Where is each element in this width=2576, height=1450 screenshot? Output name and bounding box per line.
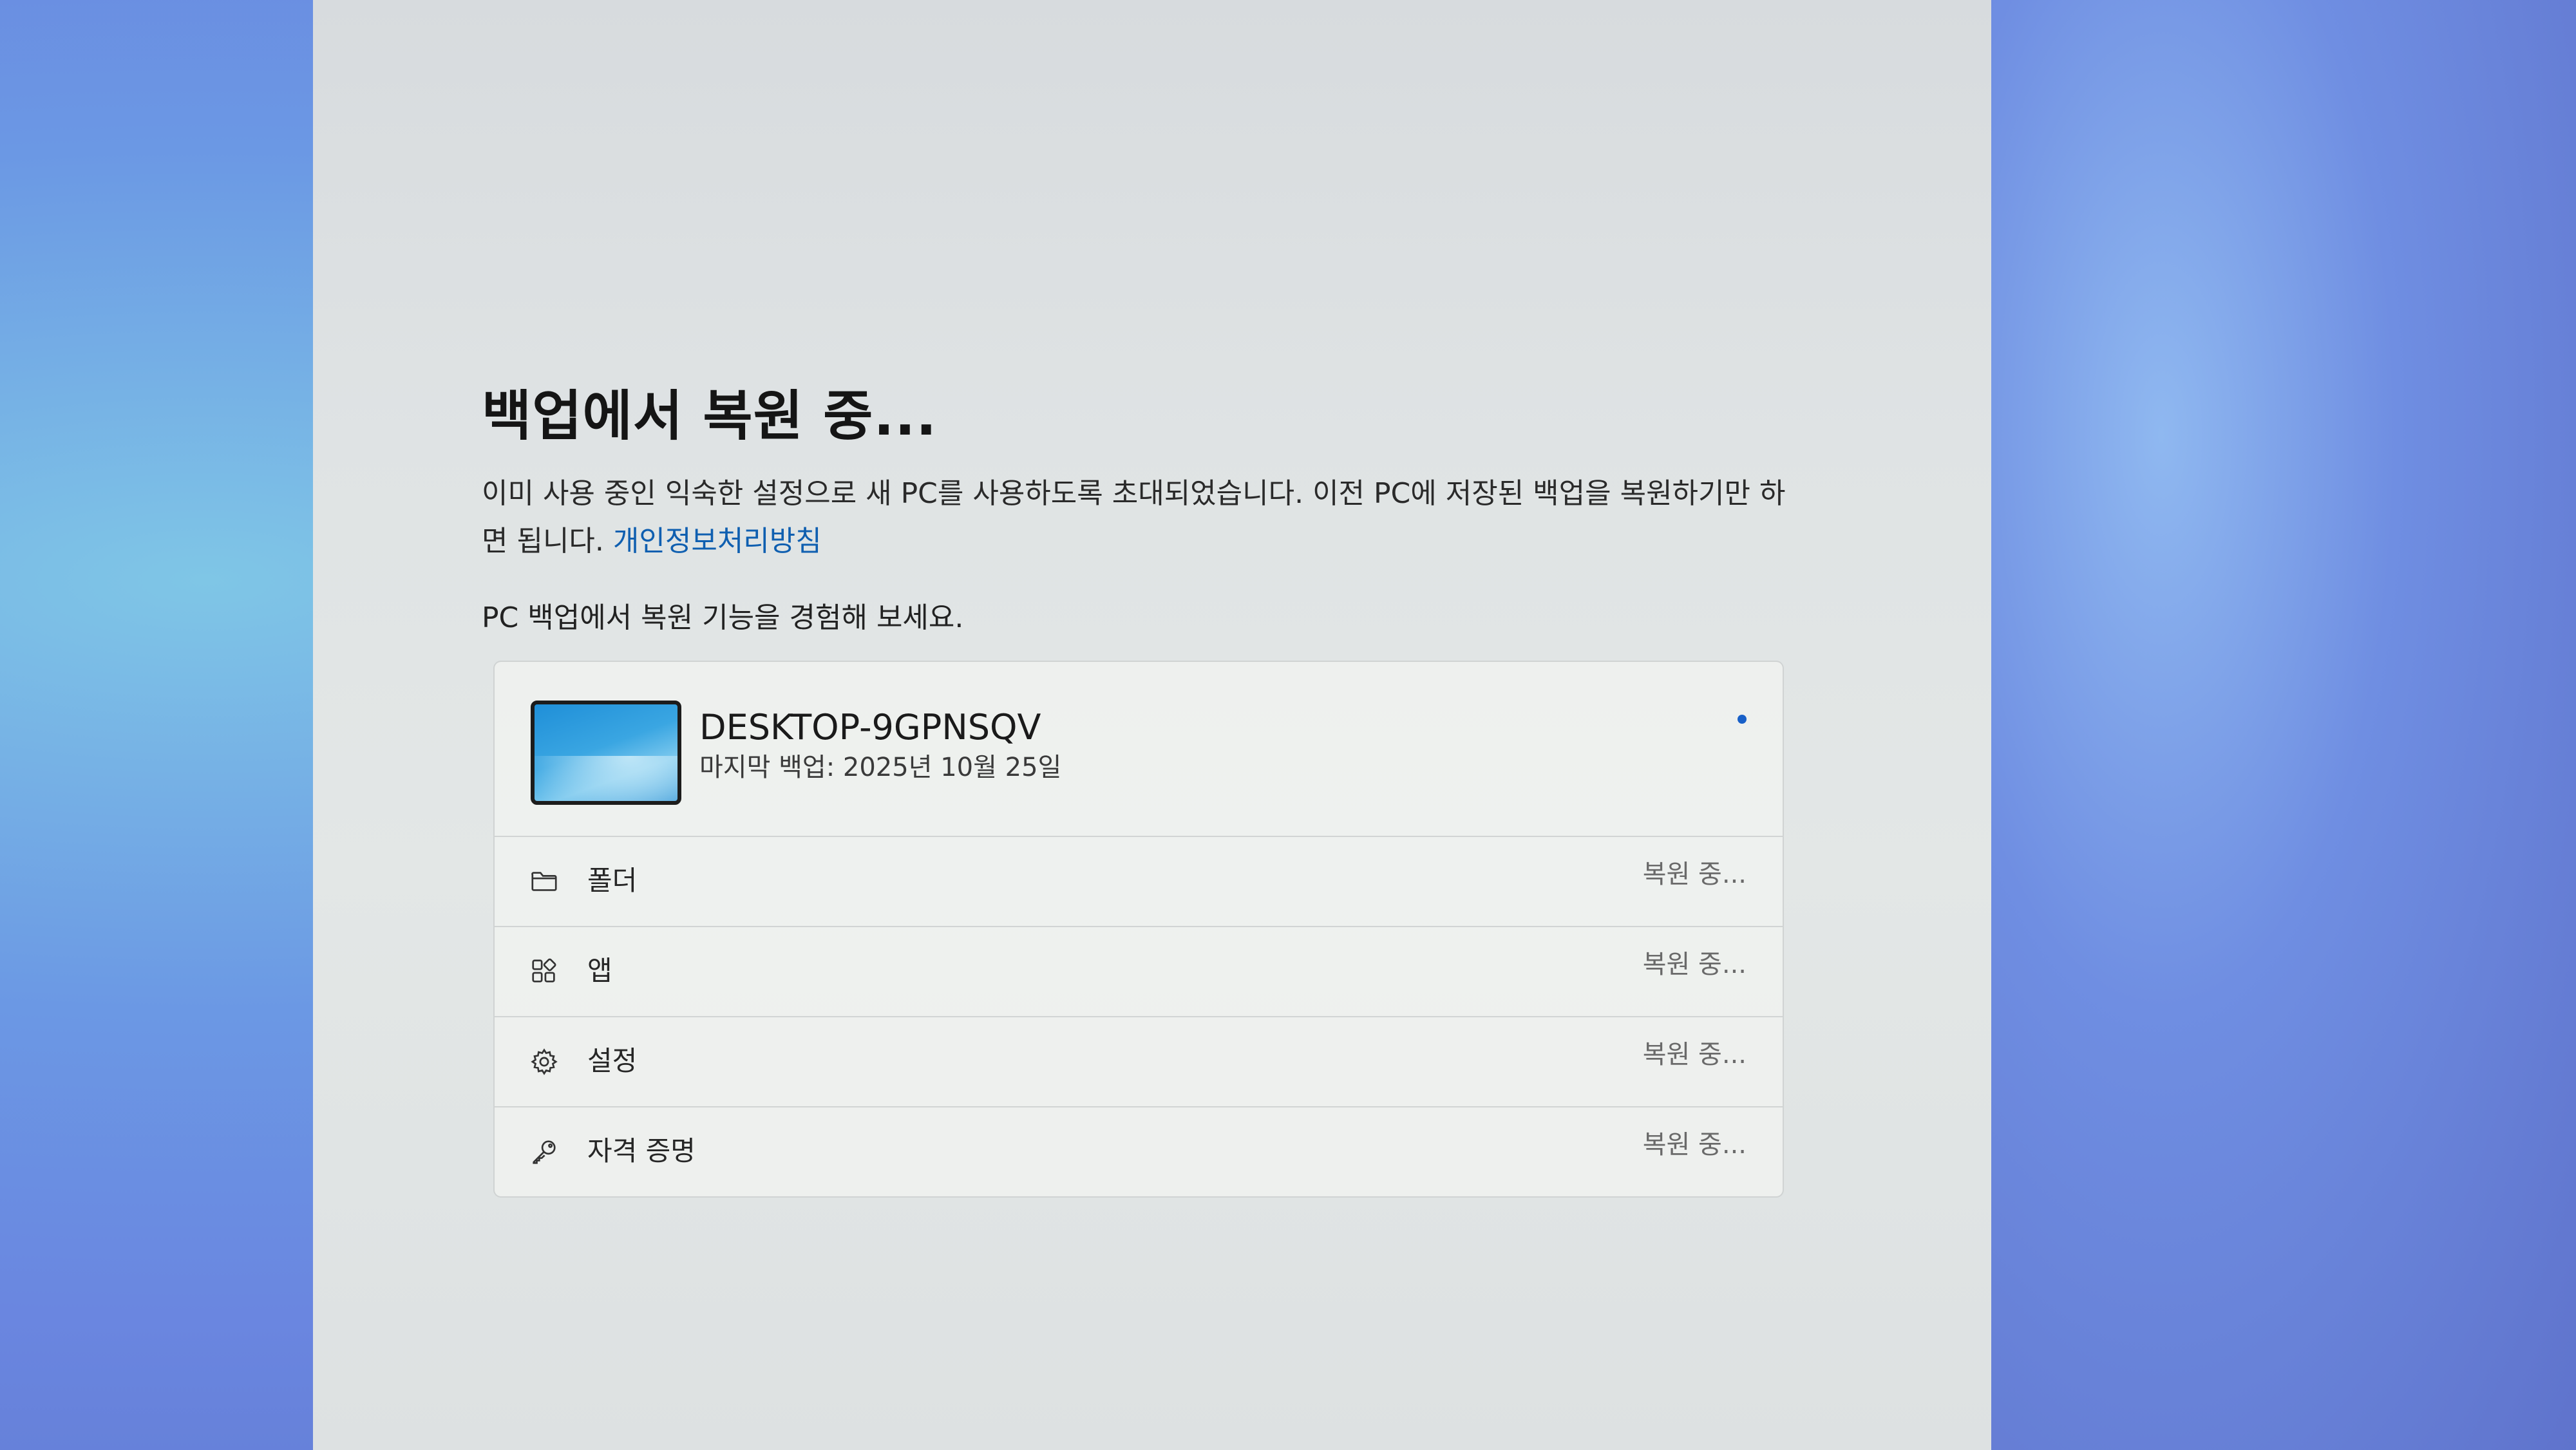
monitor-icon — [531, 701, 681, 805]
restore-item-apps: 앱 복원 중... — [495, 927, 1783, 1017]
restore-item-credentials: 자격 증명 복원 중... — [495, 1107, 1783, 1196]
restore-item-status: 복원 중... — [1642, 1040, 1747, 1069]
restore-item-status: 복원 중... — [1642, 950, 1747, 979]
restore-item-status: 복원 중... — [1642, 1130, 1747, 1160]
restore-item-label: 폴더 — [587, 865, 638, 896]
page-description: 이미 사용 중인 익숙한 설정으로 새 PC를 사용하도록 초대되었습니다. 이… — [482, 470, 1802, 565]
key-icon — [529, 1137, 559, 1167]
page-title: 백업에서 복원 중... — [482, 384, 938, 447]
last-backup-text: 마지막 백업: 2025년 10월 25일 — [699, 753, 1062, 782]
restore-item-folders: 폴더 복원 중... — [495, 837, 1783, 927]
backup-card: DESKTOP-9GPNSQV 마지막 백업: 2025년 10월 25일 폴더… — [493, 661, 1784, 1198]
restore-item-label: 앱 — [587, 955, 612, 986]
device-name: DESKTOP-9GPNSQV — [699, 707, 1041, 748]
apps-icon — [529, 957, 559, 986]
device-header: DESKTOP-9GPNSQV 마지막 백업: 2025년 10월 25일 — [495, 662, 1783, 837]
background-glow — [1984, 0, 2576, 1450]
gear-icon — [529, 1047, 559, 1077]
wallpaper-swoosh — [535, 756, 677, 801]
progress-spinner-icon — [1738, 715, 1747, 724]
page-subdescription: PC 백업에서 복원 기능을 경험해 보세요. — [482, 601, 964, 634]
restore-item-status: 복원 중... — [1642, 860, 1747, 889]
restore-item-label: 자격 증명 — [587, 1135, 696, 1167]
restore-item-label: 설정 — [587, 1045, 638, 1077]
restore-content: 백업에서 복원 중... 이미 사용 중인 익숙한 설정으로 새 PC를 사용하… — [482, 384, 1821, 1198]
privacy-link[interactable]: 개인정보처리방침 — [613, 525, 822, 558]
restore-item-settings: 설정 복원 중... — [495, 1017, 1783, 1107]
setup-panel: 백업에서 복원 중... 이미 사용 중인 익숙한 설정으로 새 PC를 사용하… — [313, 0, 1991, 1450]
folder-icon — [529, 867, 559, 896]
